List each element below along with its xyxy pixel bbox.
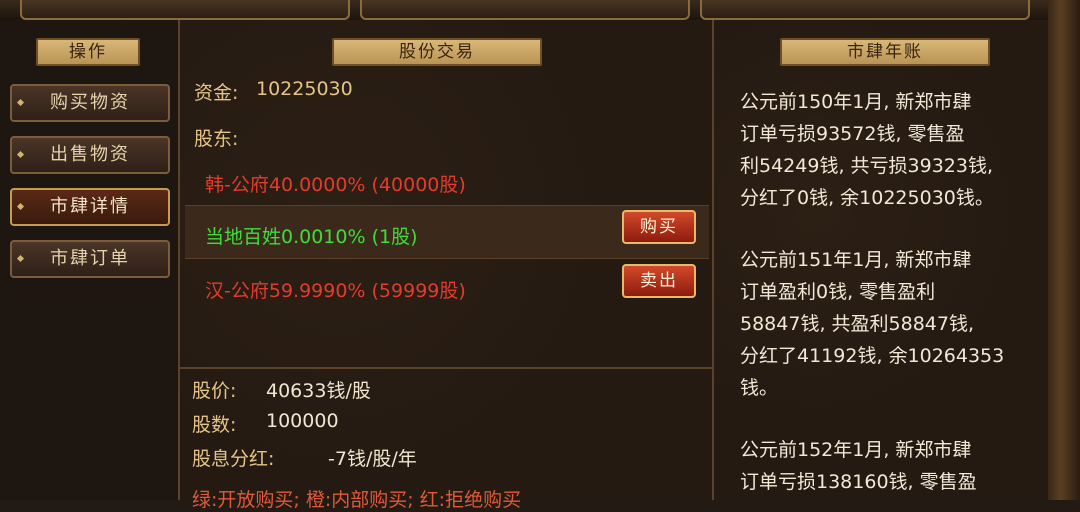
shareholders-label: 股东: bbox=[194, 128, 239, 150]
ledger-entry: 公元前152年1月, 新郑市肆 订单亏损138160钱, 零售盈 bbox=[740, 439, 977, 493]
shareholder-row: 韩-公府40.0000% (40000股) bbox=[205, 174, 466, 196]
sell-button[interactable]: 卖出 bbox=[622, 264, 696, 298]
funds-label: 资金: bbox=[194, 82, 239, 104]
shop-orders-button[interactable]: 市肆订单 bbox=[10, 240, 170, 278]
ledger-entry: 公元前151年1月, 新郑市肆 订单盈利0钱, 零售盈利 58847钱, 共盈利… bbox=[740, 249, 1005, 399]
diamond-icon bbox=[16, 202, 25, 211]
buy-button[interactable]: 购买 bbox=[622, 210, 696, 244]
top-frame-tab bbox=[360, 0, 690, 20]
sell-goods-label: 出售物资 bbox=[50, 144, 130, 165]
share-price-value: 40633钱/股 bbox=[266, 380, 371, 402]
buy-goods-button[interactable]: 购买物资 bbox=[10, 84, 170, 122]
funds-value: 10225030 bbox=[256, 78, 353, 100]
shop-details-button[interactable]: 市肆详情 bbox=[10, 188, 170, 226]
share-trading-title: 股份交易 bbox=[332, 38, 542, 66]
share-price-label: 股价: bbox=[192, 380, 237, 402]
dividend-value: -7钱/股/年 bbox=[328, 448, 417, 470]
shop-orders-label: 市肆订单 bbox=[50, 248, 130, 269]
diamond-icon bbox=[16, 254, 25, 263]
scroll-frame bbox=[1048, 0, 1080, 500]
ledger-title: 市肆年账 bbox=[780, 38, 990, 66]
diamond-icon bbox=[16, 150, 25, 159]
trade-status-legend: 绿:开放购买; 橙:内部购买; 红:拒绝购买 bbox=[192, 489, 522, 511]
ledger-entry: 公元前150年1月, 新郑市肆 订单亏损93572钱, 零售盈 利54249钱,… bbox=[740, 91, 994, 209]
buy-goods-label: 购买物资 bbox=[50, 92, 130, 113]
share-count-value: 100000 bbox=[266, 410, 339, 432]
sell-goods-button[interactable]: 出售物资 bbox=[10, 136, 170, 174]
shareholder-row: 汉-公府59.9990% (59999股) bbox=[205, 280, 466, 302]
dividend-label: 股息分红: bbox=[192, 448, 275, 470]
top-frame-tab bbox=[700, 0, 1030, 20]
share-count-label: 股数: bbox=[192, 414, 237, 436]
shop-details-label: 市肆详情 bbox=[50, 196, 130, 217]
operations-title: 操作 bbox=[36, 38, 140, 66]
shareholder-row: 当地百姓0.0010% (1股) bbox=[205, 226, 418, 248]
diamond-icon bbox=[16, 98, 25, 107]
divider bbox=[180, 367, 712, 369]
top-frame-tab bbox=[20, 0, 350, 20]
